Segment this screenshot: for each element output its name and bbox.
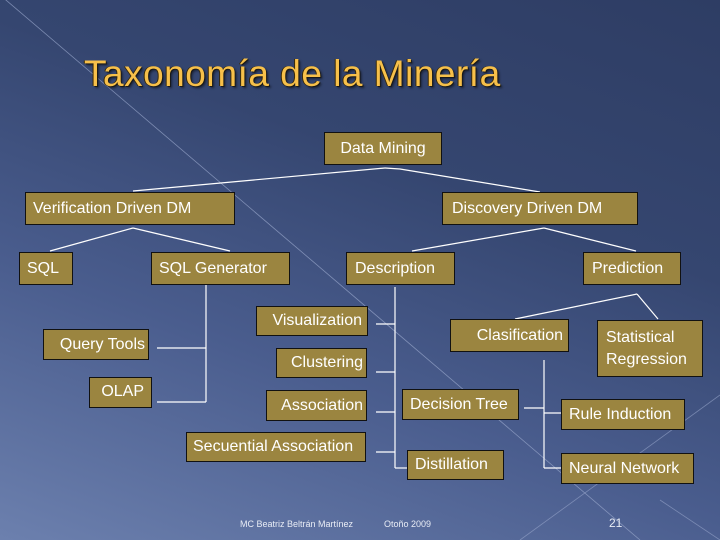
connector-verification-sqlgen [132, 227, 231, 252]
node-label: Secuential Association [193, 438, 354, 455]
node-label: Association [281, 396, 363, 414]
node-olap: OLAP [89, 377, 152, 408]
node-label: SQL [27, 259, 60, 277]
node-label: Clasification [476, 326, 563, 344]
node-neural-network: Neural Network [561, 453, 694, 484]
node-label: SQL Generator [159, 259, 267, 277]
node-label: Description [355, 259, 436, 277]
connector-discovery-prediction [543, 227, 637, 252]
node-secuential-association: Secuential Association [186, 432, 366, 462]
connector-discovery-description [411, 227, 545, 252]
node-label: Clustering [290, 354, 363, 371]
node-discovery-driven-dm: Discovery Driven DM [442, 192, 638, 225]
node-prediction: Prediction [583, 252, 681, 285]
node-label: Verification Driven DM [33, 199, 192, 217]
node-description: Description [346, 252, 455, 285]
node-rule-induction: Rule Induction [561, 399, 685, 430]
footer-date: Otoño 2009 [384, 519, 432, 529]
connector-prediction-regression [636, 293, 659, 320]
slide-number: 21 [609, 516, 623, 530]
connector-verification-sql [49, 227, 134, 252]
node-sql-generator: SQL Generator [151, 252, 290, 285]
node-distillation: Distillation [407, 450, 504, 480]
node-label: Discovery Driven DM [452, 199, 603, 217]
node-label: Decision Tree [410, 395, 508, 413]
node-label: Prediction [592, 259, 664, 277]
connector-root-discovery [384, 167, 541, 193]
node-label: Neural Network [569, 459, 680, 477]
node-decision-tree: Decision Tree [402, 389, 519, 420]
node-label: Distillation [415, 456, 488, 473]
node-clustering: Clustering [276, 348, 367, 378]
node-association: Association [266, 390, 367, 421]
node-label: OLAP [101, 383, 144, 400]
node-label: Rule Induction [569, 405, 672, 423]
connector-prediction-clasification [514, 293, 638, 320]
node-label-line1: Statistical [606, 328, 675, 346]
node-statistical-regression: Statistical Regression [597, 320, 703, 377]
node-verification-driven-dm: Verification Driven DM [25, 192, 235, 225]
node-visualization: Visualization [256, 306, 368, 336]
connector-root-verification [132, 167, 386, 192]
node-label-line2: Regression [606, 350, 687, 368]
node-sql: SQL [19, 252, 73, 285]
node-clasification: Clasification [450, 319, 569, 352]
node-label: Visualization [272, 312, 362, 329]
node-query-tools: Query Tools [43, 329, 149, 360]
node-data-mining: Data Mining [324, 132, 442, 165]
node-label: Query Tools [59, 335, 145, 353]
footer-author: MC Beatriz Beltrán Martínez [240, 519, 354, 529]
node-label: Data Mining [340, 139, 426, 157]
